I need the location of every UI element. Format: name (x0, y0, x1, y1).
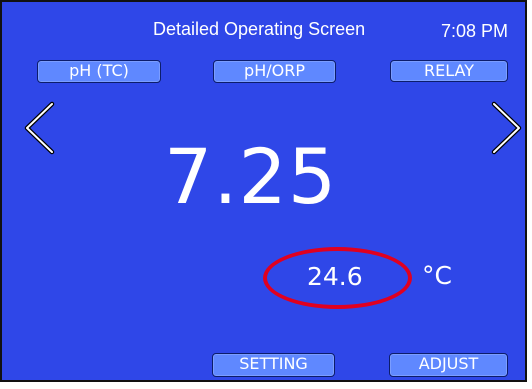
chevron-left-icon[interactable] (22, 101, 56, 155)
setting-button[interactable]: SETTING (212, 353, 335, 377)
chevron-right-icon[interactable] (490, 101, 524, 155)
tab-ph-orp[interactable]: pH/ORP (213, 60, 336, 83)
temperature-unit: °C (422, 261, 452, 290)
tab-relay[interactable]: RELAY (390, 60, 508, 82)
adjust-button[interactable]: ADJUST (389, 353, 508, 377)
screen-title: Detailed Operating Screen (153, 19, 366, 39)
tab-ph-tc[interactable]: pH (TC) (37, 60, 161, 83)
temperature-value: 24.6 (307, 262, 363, 291)
current-time: 7:08 PM (441, 21, 509, 41)
main-ph-reading: 7.25 (164, 132, 338, 221)
detailed-operating-screen: Detailed Operating Screen 7:08 PM pH (TC… (0, 0, 527, 382)
